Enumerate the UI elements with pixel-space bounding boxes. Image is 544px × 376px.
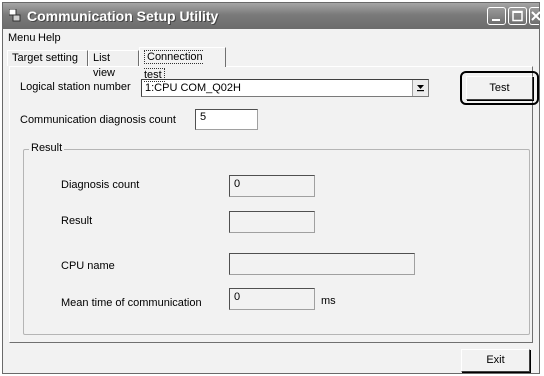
tab-target-setting[interactable]: Target setting: [7, 50, 88, 66]
close-button[interactable]: [529, 7, 540, 25]
cpu-name-display: [229, 253, 415, 275]
app-window: Communication Setup Utility Menu Help Ta…: [2, 2, 540, 374]
tab-connection-test[interactable]: Connection test: [139, 47, 226, 82]
minimize-icon: [492, 19, 500, 21]
test-button[interactable]: Test: [466, 76, 533, 100]
mean-time-label: Mean time of communication: [61, 297, 202, 309]
diagnosis-count-setting-label: Communication diagnosis count: [20, 114, 176, 126]
tab-list-view[interactable]: List view: [88, 50, 139, 79]
logical-station-select[interactable]: 1:CPU COM_Q02H: [141, 79, 429, 97]
dropdown-button[interactable]: [412, 80, 428, 96]
mean-time-display: 0: [229, 288, 315, 310]
result-label: Result: [61, 215, 93, 227]
result-group-title: Result: [29, 142, 65, 154]
maximize-icon: [512, 10, 523, 22]
logical-station-label: Logical station number: [20, 81, 131, 93]
window-title: Communication Setup Utility: [27, 8, 219, 24]
minimize-button[interactable]: [487, 7, 506, 25]
diagnosis-count-display: 0: [229, 175, 315, 197]
chevron-down-icon: [417, 85, 424, 92]
menu-item-menu[interactable]: Menu: [8, 32, 36, 44]
close-icon: [531, 11, 540, 21]
app-icon: [9, 9, 21, 22]
maximize-button[interactable]: [508, 7, 527, 25]
result-display: [229, 211, 315, 233]
tab-strip: Target setting List view Connection test: [7, 47, 539, 82]
exit-button[interactable]: Exit: [461, 349, 530, 372]
mean-time-unit: ms: [321, 295, 336, 307]
menu-bar: Menu Help: [3, 30, 539, 46]
title-bar[interactable]: Communication Setup Utility: [3, 3, 540, 29]
diagnosis-count-input[interactable]: 5: [195, 109, 258, 130]
menu-item-help[interactable]: Help: [38, 32, 61, 44]
diagnosis-count-label: Diagnosis count: [61, 179, 140, 191]
cpu-name-label: CPU name: [61, 260, 115, 272]
